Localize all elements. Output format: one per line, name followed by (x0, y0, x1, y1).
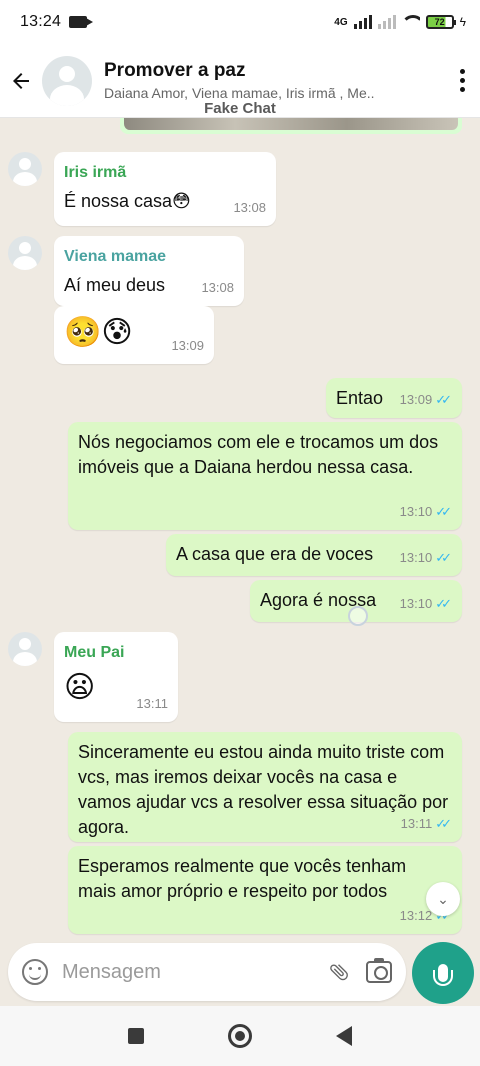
more-options-icon[interactable] (444, 60, 480, 102)
signal-icon (353, 15, 372, 29)
signal-off-icon (377, 15, 396, 29)
message-bubble-incoming[interactable]: 🥺😰 13:09 (54, 306, 214, 364)
home-icon[interactable] (228, 1024, 252, 1048)
previous-media-message[interactable] (120, 118, 462, 134)
camera-icon[interactable] (366, 958, 392, 983)
sender-avatar[interactable] (8, 152, 42, 186)
message-time: 13:10 (399, 550, 433, 565)
message-sender: Meu Pai (64, 644, 125, 661)
message-bubble-incoming[interactable]: Viena mamae Aí meu deus 13:08 (54, 236, 244, 306)
recent-apps-icon[interactable] (128, 1028, 144, 1044)
group-title: Promover a paz (104, 60, 246, 81)
watermark: Fake Chat (204, 100, 276, 117)
message-bubble-outgoing[interactable]: Sinceramente eu estou ainda muito triste… (68, 732, 462, 842)
charging-icon: ϟ (459, 15, 466, 29)
message-time: 13:11 (136, 696, 168, 711)
loading-indicator (348, 606, 368, 626)
status-bar: 13:24 4G 72 ϟ (0, 0, 480, 44)
message-input[interactable]: Mensagem (62, 961, 326, 984)
status-icons: 4G 72 ϟ (334, 15, 466, 29)
message-time: 13:10 (399, 504, 433, 519)
battery-level: 72 (434, 17, 445, 27)
message-bubble-outgoing[interactable]: Entao 13:09 ✓✓ (326, 378, 462, 418)
wifi-icon (401, 15, 420, 29)
message-bubble-outgoing[interactable]: Nós negociamos com ele e trocamos um dos… (68, 422, 462, 530)
read-receipt-icon: ✓✓ (435, 550, 452, 565)
media-thumbnail (124, 118, 458, 130)
network-type: 4G (334, 16, 348, 28)
sender-avatar[interactable] (8, 236, 42, 270)
message-text: Nós negociamos com ele e trocamos um dos… (78, 432, 439, 477)
chat-info[interactable]: Promover a paz Daiana Amor, Viena mamae,… (104, 60, 434, 101)
scroll-down-icon[interactable]: ⌄ (426, 882, 460, 916)
group-avatar[interactable] (42, 55, 92, 106)
video-recording-icon (69, 16, 94, 28)
read-receipt-icon: ✓✓ (435, 392, 452, 407)
message-list[interactable]: Iris irmã É nossa casa😳 13:08 Viena mama… (0, 118, 480, 940)
message-bubble-outgoing[interactable]: Esperamos realmente que vocês tenham mai… (68, 846, 462, 934)
read-receipt-icon: ✓✓ (435, 504, 452, 519)
system-navigation-bar (0, 1006, 480, 1066)
battery-icon: 72 (425, 15, 456, 29)
message-sender: Viena mamae (64, 248, 166, 265)
read-receipt-icon: ✓✓ (435, 816, 452, 831)
back-arrow-icon[interactable] (0, 60, 42, 102)
message-bubble-incoming[interactable]: Meu Pai 😦 13:11 (54, 632, 178, 722)
message-time: 13:09 (399, 392, 433, 407)
message-input-container[interactable]: Mensagem (8, 943, 406, 1001)
voice-message-button[interactable] (412, 942, 474, 1004)
message-text: Sinceramente eu estou ainda muito triste… (78, 742, 449, 837)
message-time: 13:09 (171, 338, 204, 353)
message-time: 13:11 (400, 816, 433, 831)
message-bubble-incoming[interactable]: Iris irmã É nossa casa😳 13:08 (54, 152, 276, 226)
emoji-icon[interactable] (22, 959, 48, 985)
group-members: Daiana Amor, Viena mamae, Iris irmã , Me… (104, 85, 375, 101)
message-time: 13:08 (201, 280, 234, 295)
message-bubble-outgoing[interactable]: A casa que era de voces 13:10 ✓✓ (166, 534, 462, 576)
mic-icon (433, 964, 453, 986)
read-receipt-icon: ✓✓ (435, 596, 452, 611)
message-composer: Mensagem (0, 940, 480, 1006)
message-time: 13:08 (233, 200, 266, 215)
attach-icon[interactable] (321, 954, 358, 991)
sender-avatar[interactable] (8, 632, 42, 666)
message-text: Esperamos realmente que vocês tenham mai… (78, 856, 407, 901)
message-sender: Iris irmã (64, 164, 127, 181)
back-icon[interactable] (336, 1026, 352, 1046)
status-time: 13:24 (20, 13, 62, 30)
message-time: 13:10 (399, 596, 433, 611)
